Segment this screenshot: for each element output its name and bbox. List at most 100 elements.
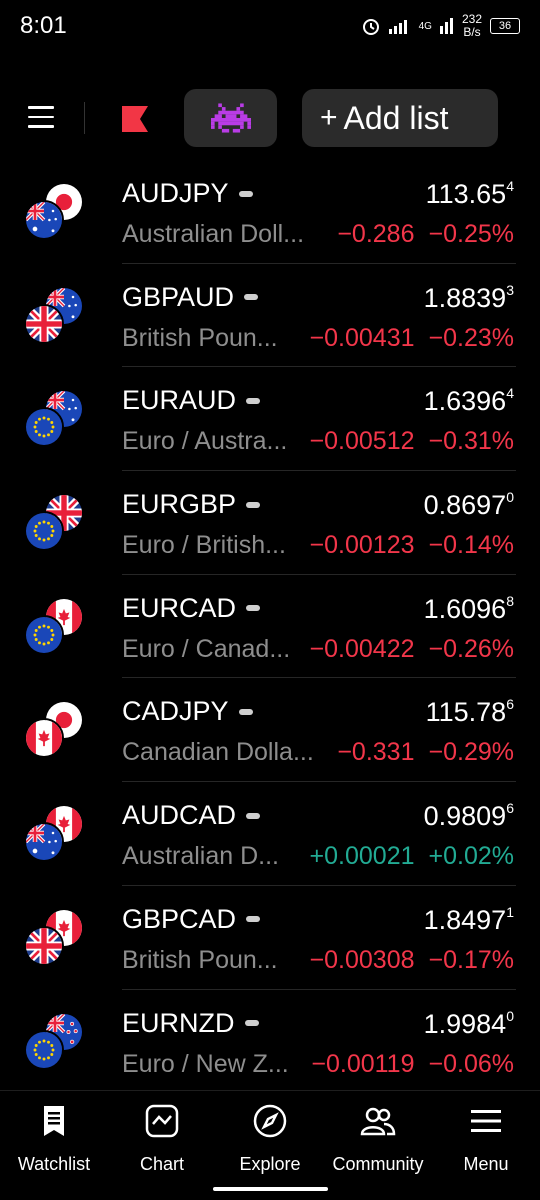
market-closed-icon: [244, 294, 259, 301]
symbol-name: GBPAUD: [122, 282, 259, 313]
last-price: 1.88393: [423, 281, 514, 313]
market-closed-icon: [244, 1020, 259, 1026]
nav-explore[interactable]: Explore: [216, 1103, 324, 1175]
last-price: 1.84971: [423, 903, 514, 935]
change-percent: −0.17%: [428, 945, 515, 974]
network-speed: 232 B/s: [461, 12, 482, 39]
last-price: 0.86970: [423, 489, 514, 521]
last-price: 115.786: [425, 696, 514, 728]
symbol-name: EURGBP: [122, 489, 261, 520]
toolbar-divider: [84, 102, 85, 134]
change-absolute: −0.331: [337, 738, 415, 767]
watchlist-row[interactable]: AUDCAD Australian D... 0.98096 +0.00021 +…: [0, 782, 540, 886]
change-percent: −0.29%: [428, 738, 515, 767]
symbol-description: Euro / Austra...: [122, 427, 288, 456]
home-indicator: [213, 1187, 328, 1191]
menu-icon: [471, 1110, 501, 1132]
market-closed-icon: [246, 812, 261, 819]
change-absolute: −0.286: [337, 220, 415, 248]
price-change: −0.00431 −0.23%: [310, 324, 514, 353]
symbol-description: Australian D...: [122, 842, 280, 871]
watchlist-flag-icon[interactable]: [122, 106, 148, 132]
bottom-nav: Watchlist Chart Explore Community Menu: [0, 1090, 540, 1200]
price-change: −0.00422 −0.26%: [310, 635, 514, 664]
price-change: −0.00308 −0.17%: [310, 946, 514, 975]
pair-flags-icon: [24, 493, 86, 553]
last-price: 1.99840: [423, 1007, 514, 1039]
pair-flags-icon: [24, 804, 86, 864]
market-closed-icon: [238, 708, 253, 715]
symbol-description: British Poun...: [122, 323, 278, 352]
change-percent: −0.31%: [428, 427, 515, 456]
watchlist-row[interactable]: GBPCAD British Poun... 1.84971 −0.00308−…: [0, 886, 540, 990]
symbol-name: AUDJPY: [122, 178, 253, 209]
symbol-name: AUDCAD: [122, 800, 261, 831]
watchlist-row[interactable]: EURCAD Euro / Canad... 1.60968 −0.00422−…: [0, 575, 540, 679]
plus-icon: +: [320, 101, 338, 134]
flag-eu-icon: [24, 511, 64, 552]
top-toolbar: + Add list: [0, 88, 540, 148]
symbol-name: GBPCAD: [122, 904, 261, 935]
hamburger-menu-icon[interactable]: [28, 106, 54, 130]
market-closed-icon: [246, 501, 261, 508]
watchlist-row[interactable]: EURNZD Euro / New Z... 1.99840 −0.00119−…: [0, 990, 540, 1094]
change-absolute: −0.00123: [309, 531, 415, 560]
change-absolute: −0.00422: [309, 634, 415, 663]
change-percent: −0.25%: [428, 220, 515, 248]
flag-ca-icon: [24, 718, 64, 759]
watchlist-row[interactable]: EURGBP Euro / British... 0.86970 −0.0012…: [0, 471, 540, 575]
symbol-name: EURCAD: [122, 593, 261, 624]
add-list-button[interactable]: + Add list: [302, 89, 498, 147]
flag-eu-icon: [24, 1029, 64, 1070]
change-absolute: −0.00308: [309, 945, 415, 974]
watchlist: AUDJPY Australian Doll... 113.654 −0.286…: [0, 160, 540, 1094]
network-type: 4G: [418, 20, 432, 32]
chart-icon: [145, 1104, 179, 1138]
compass-icon: [253, 1104, 287, 1138]
price-change: −0.331 −0.29%: [337, 738, 514, 767]
price-change: −0.286 −0.25%: [337, 220, 514, 249]
watchlist-row[interactable]: CADJPY Canadian Dolla... 115.786 −0.331−…: [0, 678, 540, 783]
battery-icon: 36: [490, 18, 520, 34]
signal-icon-2: [439, 18, 453, 34]
pair-flags-icon: [24, 596, 86, 657]
price-change: +0.00021 +0.02%: [310, 842, 514, 871]
watchlist-row[interactable]: EURAUD Euro / Austra... 1.63964 −0.00512…: [0, 367, 540, 472]
flag-gb-icon: [24, 925, 64, 966]
status-bar: 8:01 4G 232 B/s 36: [0, 0, 540, 52]
last-price: 1.60968: [423, 592, 514, 624]
flag-au-icon: [24, 200, 64, 240]
flag-gb-icon: [24, 303, 64, 344]
pair-flags-icon: [24, 182, 86, 242]
pair-flags-icon: [24, 700, 86, 760]
nav-community[interactable]: Community: [324, 1103, 432, 1175]
watchlist-row[interactable]: GBPAUD British Poun... 1.88393 −0.00431−…: [0, 264, 540, 368]
signal-icon: [388, 20, 407, 34]
space-invader-list-tab[interactable]: [184, 89, 277, 147]
nav-chart[interactable]: Chart: [108, 1103, 216, 1175]
change-absolute: +0.00021: [309, 842, 415, 871]
space-invader-icon: [210, 103, 251, 133]
symbol-description: Euro / New Z...: [122, 1049, 289, 1078]
pair-flags-icon: [24, 285, 86, 346]
symbol-description: British Poun...: [122, 945, 278, 974]
flag-au-icon: [24, 822, 64, 863]
watchlist-icon: [44, 1106, 64, 1136]
change-absolute: −0.00512: [309, 427, 415, 456]
market-closed-icon: [238, 190, 253, 197]
nav-watchlist[interactable]: Watchlist: [0, 1103, 108, 1175]
price-change: −0.00512 −0.31%: [310, 427, 514, 456]
watchlist-row[interactable]: AUDJPY Australian Doll... 113.654 −0.286…: [0, 160, 540, 264]
change-absolute: −0.00119: [311, 1049, 415, 1078]
pair-flags-icon: [24, 389, 86, 449]
change-absolute: −0.00431: [309, 323, 415, 352]
symbol-description: Euro / Canad...: [122, 634, 291, 663]
nav-menu[interactable]: Menu: [432, 1103, 540, 1175]
change-percent: −0.06%: [428, 1049, 515, 1078]
alarm-icon: [362, 19, 379, 35]
symbol-name: CADJPY: [122, 696, 253, 727]
price-change: −0.00119 −0.06%: [311, 1050, 514, 1079]
change-percent: −0.26%: [428, 634, 515, 663]
last-price: 1.63964: [423, 385, 514, 417]
change-percent: −0.23%: [428, 323, 515, 352]
